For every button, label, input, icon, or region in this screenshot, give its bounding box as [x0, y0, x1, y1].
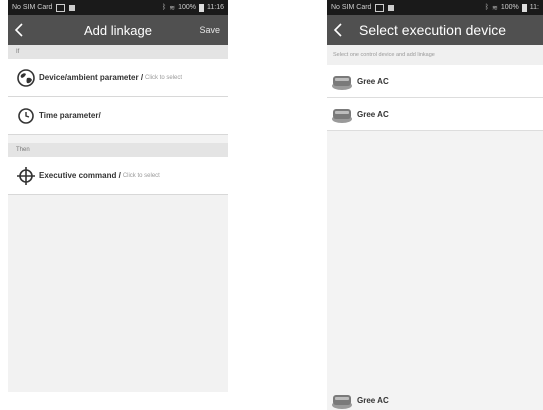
battery-text: 100%	[178, 4, 196, 11]
page-title: Add linkage	[84, 22, 152, 38]
time-parameter-label: Time parameter/	[39, 111, 101, 120]
carrier-text: No SIM Card	[12, 4, 53, 11]
app-header: Select execution device	[327, 15, 543, 45]
device-row[interactable]: Gree AC	[327, 390, 543, 410]
notification-icon	[69, 4, 76, 11]
status-bar: No SIM Card ᛒ ≋ 100% 11:	[327, 0, 543, 15]
battery-icon	[199, 3, 204, 12]
then-section-label: Then	[8, 143, 228, 157]
air-conditioner-icon	[332, 109, 352, 123]
device-name: Gree AC	[357, 76, 389, 86]
executive-command-label: Executive command /	[39, 171, 121, 180]
air-conditioner-icon	[332, 76, 352, 90]
clock-text: 11:16	[207, 4, 224, 11]
executive-command-row[interactable]: Executive command / Click to select	[8, 157, 228, 195]
device-row[interactable]: Gree AC	[327, 98, 543, 131]
sim-icon	[375, 3, 385, 12]
save-button[interactable]: Save	[199, 25, 220, 35]
app-header: Add linkage Save	[8, 15, 228, 45]
click-to-select-hint: Click to select	[122, 172, 160, 179]
clock-text: 11:	[529, 4, 539, 11]
add-linkage-screen: No SIM Card ᛒ ≋ 100% 11:16 Add linkage S…	[8, 0, 228, 392]
device-ambient-parameter-row[interactable]: Device/ambient parameter / Click to sele…	[8, 59, 228, 97]
wifi-icon: ≋	[492, 4, 498, 12]
notification-icon	[388, 4, 395, 11]
wifi-icon: ≋	[169, 4, 176, 12]
sim-icon	[56, 3, 66, 12]
device-name: Gree AC	[357, 395, 389, 405]
bluetooth-icon: ᛒ	[162, 4, 167, 11]
battery-text: 100%	[500, 4, 519, 11]
carrier-text: No SIM Card	[331, 4, 372, 11]
page-title: Select execution device	[359, 22, 507, 38]
time-parameter-row[interactable]: Time parameter/	[8, 97, 228, 135]
device-row[interactable]: Gree AC	[327, 65, 543, 98]
globe-icon	[16, 68, 36, 88]
select-device-hint: Select one control device and add linkag…	[327, 45, 543, 65]
back-arrow-icon[interactable]	[331, 15, 345, 45]
crosshair-icon	[16, 166, 36, 186]
air-conditioner-icon	[332, 395, 352, 409]
device-name: Gree AC	[357, 109, 389, 119]
back-arrow-icon[interactable]	[12, 15, 26, 45]
device-ambient-label: Device/ambient parameter /	[39, 73, 144, 82]
battery-icon	[521, 3, 527, 12]
if-section-label: If	[8, 45, 228, 59]
status-bar: No SIM Card ᛒ ≋ 100% 11:16	[8, 0, 228, 15]
bluetooth-icon: ᛒ	[484, 4, 489, 11]
clock-icon	[16, 106, 36, 126]
select-execution-device-screen: No SIM Card ᛒ ≋ 100% 11: Select executio…	[327, 0, 543, 410]
click-to-select-hint: Click to select	[145, 74, 183, 81]
